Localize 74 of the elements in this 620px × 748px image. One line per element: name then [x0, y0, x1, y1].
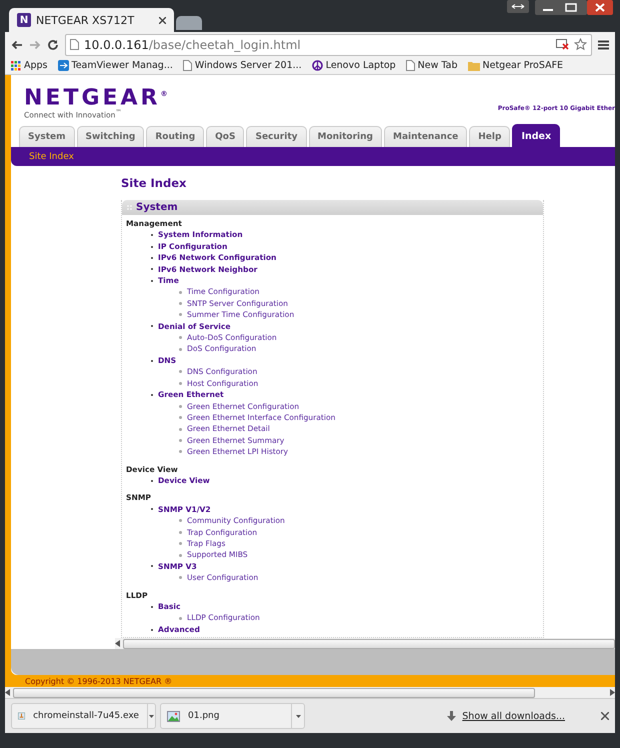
download-item[interactable]: chromeinstall-7u45.exe: [11, 703, 156, 729]
bullet-icon: [179, 428, 182, 431]
sub-nav-link[interactable]: Site Index: [29, 152, 74, 162]
bookmark-link[interactable]: TeamViewer Manag...: [72, 60, 173, 71]
menu-icon[interactable]: [598, 40, 609, 50]
page-title: Site Index: [121, 176, 188, 190]
nav-tab[interactable]: Switching: [76, 126, 144, 147]
tab-title: NETGEAR XS712T: [36, 14, 134, 26]
bookmark-link[interactable]: Netgear ProSAFE: [482, 60, 564, 71]
download-item[interactable]: 01.png: [160, 703, 305, 729]
browser-tab[interactable]: N NETGEAR XS712T: [9, 8, 174, 32]
caret-icon[interactable]: [148, 714, 154, 718]
apps-grid-icon: [11, 60, 21, 70]
bookmark-link[interactable]: Windows Server 201...: [194, 60, 302, 71]
favicon-icon: N: [17, 13, 31, 27]
back-icon[interactable]: [11, 40, 23, 50]
scroll-left-icon[interactable]: [5, 689, 11, 696]
window-controls-drawing[interactable]: [535, 0, 613, 15]
bullet-icon: [179, 530, 182, 534]
bullet-icon: [179, 382, 182, 385]
peace-icon: [312, 60, 323, 71]
image-file-icon: [167, 710, 180, 722]
bookmark-link[interactable]: New Tab: [418, 60, 458, 71]
panel-title: System: [136, 202, 178, 213]
bullet-icon: [179, 554, 182, 557]
bullet-icon: [179, 404, 182, 408]
page-icon: [70, 39, 79, 50]
caret-icon[interactable]: [296, 714, 300, 718]
scroll-left-icon[interactable]: [115, 640, 121, 647]
download-arrow-icon: [447, 711, 456, 721]
nav-tab[interactable]: System: [19, 126, 74, 147]
resize-icon[interactable]: [507, 0, 529, 13]
folder-icon: [468, 60, 480, 70]
horizontal-scrollbar[interactable]: [115, 638, 615, 649]
scroll-right-icon[interactable]: [609, 689, 615, 696]
nav-tab[interactable]: Index: [512, 124, 560, 147]
page-icon: [182, 60, 192, 71]
page-icon: [406, 60, 415, 71]
close-icon[interactable]: [601, 712, 609, 720]
bullet-icon: [179, 450, 182, 454]
grip-icon: [127, 205, 132, 210]
bullet-icon: [179, 416, 182, 420]
bullet-icon: [179, 519, 182, 522]
nav-tab[interactable]: Maintenance: [384, 126, 468, 147]
reload-icon[interactable]: [47, 38, 59, 50]
nav-tab[interactable]: Help: [469, 126, 510, 147]
app-icon: [58, 60, 69, 71]
copyright-text: Copyright © 1996-2013 NETGEAR ®: [25, 676, 172, 686]
nav-tab[interactable]: Security: [246, 126, 306, 147]
close-icon[interactable]: [159, 16, 166, 24]
bullet-icon: [179, 576, 182, 580]
nav-tab[interactable]: QoS: [206, 126, 244, 147]
bookmark-link[interactable]: Lenovo Laptop: [326, 60, 396, 71]
star-icon[interactable]: [574, 38, 587, 51]
address-bar[interactable]: 10.0.0.161/base/cheetah_login.html: [65, 34, 592, 56]
installer-icon: [18, 710, 26, 722]
blocked-popup-icon[interactable]: [556, 39, 569, 50]
bullet-icon: [179, 542, 182, 546]
nav-tab[interactable]: Monitoring: [308, 126, 382, 147]
show-all-downloads-link[interactable]: Show all downloads...: [462, 710, 565, 722]
bullet-icon: [179, 313, 182, 316]
horizontal-scrollbar[interactable]: [5, 687, 615, 698]
bullet-icon: [179, 616, 182, 620]
nav-tab[interactable]: Routing: [146, 126, 204, 147]
bullet-icon: [179, 290, 182, 294]
bookmark-link[interactable]: Apps: [24, 60, 48, 71]
bullet-icon: [179, 438, 182, 442]
bullet-icon: [179, 302, 182, 306]
bullet-icon: [179, 348, 182, 351]
logo: NETGEAR$^{®}$: [24, 84, 170, 110]
new-tab-button[interactable]: [176, 16, 202, 30]
url-text: 10.0.0.161/base/cheetah_login.html: [84, 38, 302, 52]
bullet-icon: [179, 370, 182, 374]
bullet-icon: [179, 336, 182, 340]
